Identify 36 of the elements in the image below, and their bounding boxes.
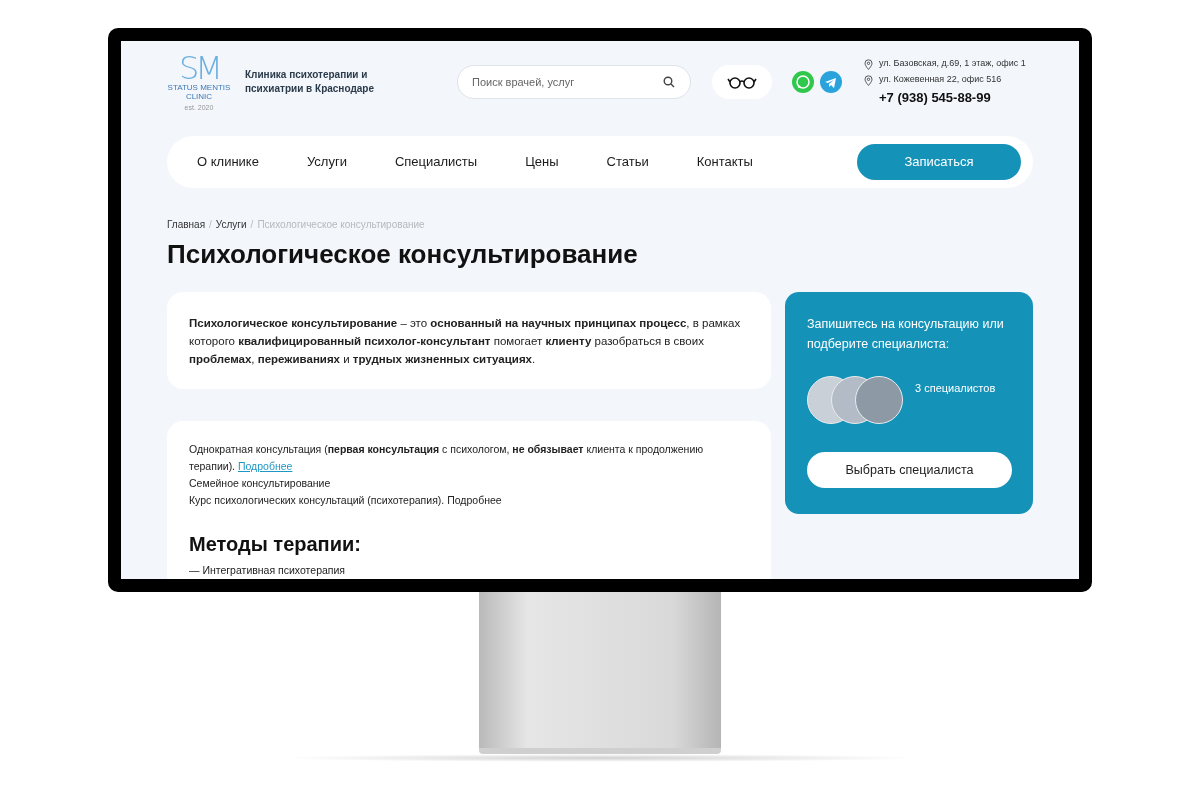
nav-link[interactable]: О клинике [197, 152, 259, 172]
nav-link[interactable]: Цены [525, 152, 559, 172]
address-text: ул. Кожевенная 22, офис 516 [879, 73, 1002, 87]
specialists-count: 3 специалистов [915, 381, 996, 396]
breadcrumb-separator: / [250, 217, 254, 232]
method-item: — Интегративная психотерапия [189, 563, 347, 577]
phone-number[interactable]: +7 (938) 545-88-99 [879, 88, 1026, 108]
page-title: Психологическое консультирование [167, 238, 639, 270]
logo-monogram: SM [179, 53, 219, 83]
search-field[interactable]: Поиск врачей, услуг [457, 65, 691, 99]
clinic-tagline: Клиника психотерапии и психиатрии в Краснодаре [245, 68, 375, 96]
glasses-icon [727, 75, 757, 89]
booking-heading: Запишитесь на консультацию или подберите специалиста: [807, 316, 1005, 353]
service-item: Однократная консультация (первая консультация с психологом, не обязывает клиента к продолжению терапии). Подробнее [189, 442, 705, 474]
methods-heading: Методы терапии: [189, 532, 362, 557]
breadcrumb-separator: / [209, 217, 212, 232]
book-button[interactable]: Записаться [857, 144, 1021, 180]
nav-link[interactable]: Специалисты [394, 152, 478, 172]
nav-link[interactable]: Статьи [606, 152, 649, 172]
breadcrumb-link[interactable]: Главная [167, 216, 206, 232]
breadcrumb-link[interactable]: Услуги [215, 216, 247, 232]
service-item: Курс психологических консультаций (психотерапия). Подробнее [189, 493, 503, 508]
more-link[interactable]: Подробнее [237, 460, 293, 472]
address-text: ул. Базовская, д.69, 1 этаж, офис 1 [879, 57, 1026, 71]
map-pin-icon [864, 74, 873, 86]
logo-name: STATUS MENTIS CLINIC [167, 83, 231, 101]
accessibility-button[interactable] [712, 65, 772, 99]
intro-paragraph: Психологическое консультирование – это основанный на научных принципах процесс, в рамках которого квалифицированный психолог-консультант помогает клиенту разобраться в своих проблемах, переживаниях и трудных жизненных ситуациях. [189, 316, 742, 367]
choose-specialist-button[interactable]: Выбрать специалиста [807, 452, 1012, 488]
nav-link[interactable]: Контакты [696, 152, 753, 172]
telegram-icon[interactable] [820, 71, 842, 93]
map-pin-icon [864, 58, 873, 70]
nav-link[interactable]: Услуги [306, 152, 347, 172]
service-item: Семейное консультирование [189, 476, 332, 491]
breadcrumb-current: Психологическое консультирование [257, 217, 425, 232]
search-icon[interactable] [663, 76, 675, 88]
